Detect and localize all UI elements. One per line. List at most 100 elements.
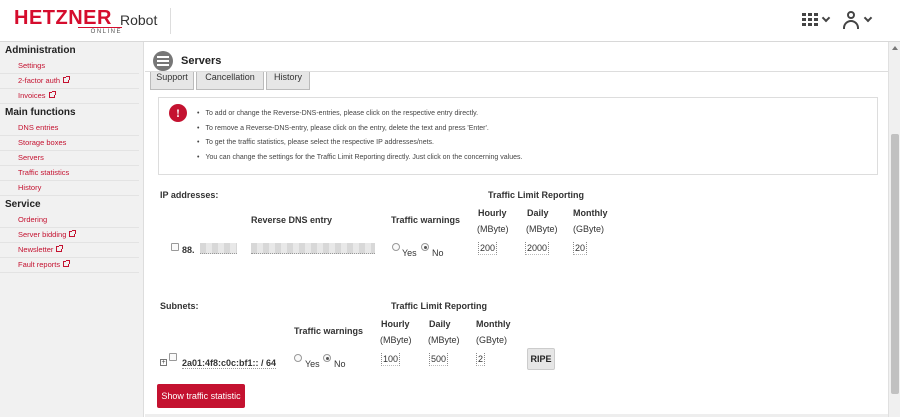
sidebar-item-label: Storage boxes — [18, 138, 67, 147]
info-line: To add or change the Reverse-DNS-entries… — [197, 107, 522, 122]
ip-warnings-yes-radio[interactable] — [392, 243, 400, 251]
external-link-icon — [63, 76, 71, 83]
apps-chevron-down-icon[interactable] — [821, 13, 831, 23]
sidebar-item-newsletter[interactable]: Newsletter — [0, 243, 139, 258]
subnet-unit-hourly: (MByte) — [380, 335, 412, 345]
info-box: ! To add or change the Reverse-DNS-entri… — [158, 97, 878, 175]
user-icon[interactable] — [843, 11, 859, 29]
ip-col-warnings: Traffic warnings — [391, 215, 461, 225]
ip-col-rdns: Reverse DNS entry — [251, 215, 333, 225]
sidebar-item-2-factor-auth[interactable]: 2-factor auth — [0, 74, 139, 89]
subnet-daily-value[interactable]: 500 — [429, 353, 449, 366]
sidebar-item-storage-boxes[interactable]: Storage boxes — [0, 136, 139, 151]
ip-warnings-yes-label: Yes — [402, 248, 417, 258]
sidebar: Administration Settings 2-factor auth Invoi… — [0, 42, 144, 417]
info-line: To get the traffic statistics, please se… — [197, 136, 522, 151]
sidebar-item-label: DNS entries — [18, 123, 59, 132]
tab-history[interactable]: History — [266, 72, 310, 90]
main-content: Servers Support Cancellation History ! T… — [145, 42, 888, 417]
alert-icon: ! — [169, 104, 187, 122]
sidebar-item-label: 2-factor auth — [18, 76, 61, 85]
show-traffic-statistic-button[interactable]: Show traffic statistic — [157, 384, 245, 408]
sidebar-item-label: Traffic statistics — [18, 168, 70, 177]
page-header: Servers — [145, 42, 888, 72]
rdns-entry[interactable] — [251, 243, 375, 254]
info-line: You can change the settings for the Traf… — [197, 151, 522, 166]
ip-col-hourly: Hourly — [478, 208, 507, 218]
subnet-warnings-yes-label: Yes — [305, 359, 320, 369]
ip-monthly-value[interactable]: 20 — [573, 242, 588, 255]
sidebar-item-label: Invoices — [18, 91, 46, 100]
logo-text: HETZNER — [14, 7, 112, 29]
ip-unit-daily: (MByte) — [526, 224, 558, 234]
info-list: To add or change the Reverse-DNS-entries… — [197, 107, 522, 165]
subnet-warnings-no-radio[interactable] — [323, 354, 331, 362]
scroll-up-arrow-icon[interactable] — [892, 46, 898, 50]
external-link-icon — [56, 245, 64, 252]
ip-col-monthly: Monthly — [573, 208, 608, 218]
subnet-unit-daily: (MByte) — [428, 335, 460, 345]
sidebar-item-traffic-statistics[interactable]: Traffic statistics — [0, 166, 139, 181]
subnet-unit-monthly: (GByte) — [476, 335, 508, 345]
sidebar-item-label: Fault reports — [18, 260, 61, 269]
tab-cancellation[interactable]: Cancellation — [196, 72, 264, 90]
subnet-col-daily: Daily — [429, 319, 451, 329]
subnet-hourly-value[interactable]: 100 — [381, 353, 401, 366]
sidebar-item-invoices[interactable]: Invoices — [0, 89, 139, 104]
subnet-monthly-value[interactable]: 2 — [476, 353, 486, 366]
subnet-warnings-yes-radio[interactable] — [294, 354, 302, 362]
sidebar-item-fault-reports[interactable]: Fault reports — [0, 258, 139, 273]
external-link-icon — [69, 230, 77, 237]
sidebar-heading: Service — [5, 199, 41, 210]
sidebar-item-dns-entries[interactable]: DNS entries — [0, 121, 139, 136]
apps-grid-icon[interactable] — [802, 13, 818, 27]
sidebar-item-history[interactable]: History — [0, 181, 139, 196]
logo-subtext: ONLINE — [78, 27, 122, 35]
vertical-scrollbar[interactable] — [888, 42, 900, 417]
subnet-address[interactable]: 2a01:4f8:c0c:bf1:: / 64 — [182, 358, 277, 369]
ip-traffic-limit-title: Traffic Limit Reporting — [488, 190, 585, 200]
info-line: To remove a Reverse-DNS-entry, please cl… — [197, 122, 522, 137]
sidebar-item-label: Servers — [18, 153, 44, 162]
ip-col-daily: Daily — [527, 208, 549, 218]
subnet-section-title: Subnets: — [160, 301, 199, 311]
sidebar-item-server-bidding[interactable]: Server bidding — [0, 228, 139, 243]
sidebar-heading: Administration — [5, 45, 76, 56]
sidebar-item-label: Ordering — [18, 215, 48, 224]
ip-warnings-no-label: No — [432, 248, 444, 258]
sidebar-heading: Main functions — [5, 107, 76, 118]
page-title: Servers — [181, 55, 222, 67]
external-link-icon — [48, 91, 56, 98]
hetzner-logo[interactable]: HETZNER ONLINE — [14, 7, 122, 35]
sidebar-item-label: Server bidding — [18, 230, 67, 239]
ip-section-title: IP addresses: — [160, 190, 219, 200]
user-chevron-down-icon[interactable] — [863, 13, 873, 23]
header-divider — [170, 8, 171, 34]
sidebar-item-ordering[interactable]: Ordering — [0, 213, 139, 228]
ip-daily-value[interactable]: 2000 — [525, 242, 550, 255]
external-link-icon — [63, 260, 71, 267]
sidebar-item-label: Settings — [18, 61, 46, 70]
ip-unit-hourly: (MByte) — [477, 224, 509, 234]
subnet-col-warnings: Traffic warnings — [294, 326, 364, 336]
sidebar-item-servers[interactable]: Servers — [0, 151, 139, 166]
subnet-select-checkbox[interactable] — [169, 353, 177, 361]
subnet-col-monthly: Monthly — [476, 319, 511, 329]
sidebar-item-label: Newsletter — [18, 245, 54, 254]
ip-select-checkbox[interactable] — [171, 243, 179, 251]
servers-icon — [153, 51, 173, 71]
subnet-warnings-no-label: No — [334, 359, 346, 369]
ip-address[interactable]: 88. — [182, 245, 195, 255]
subnet-expand-icon[interactable]: + — [160, 359, 167, 366]
app-name: Robot — [120, 12, 158, 28]
subnet-traffic-limit-title: Traffic Limit Reporting — [391, 301, 488, 311]
ripe-button[interactable]: RIPE — [527, 348, 555, 370]
scrollbar-thumb[interactable] — [891, 134, 899, 394]
ip-unit-monthly: (GByte) — [573, 224, 605, 234]
sidebar-item-settings[interactable]: Settings — [0, 59, 139, 74]
ip-address-redacted — [200, 243, 237, 254]
ip-warnings-no-radio[interactable] — [421, 243, 429, 251]
tab-support[interactable]: Support — [150, 72, 194, 90]
ip-hourly-value[interactable]: 200 — [478, 242, 498, 255]
top-header: HETZNER ONLINE Robot — [0, 0, 900, 42]
